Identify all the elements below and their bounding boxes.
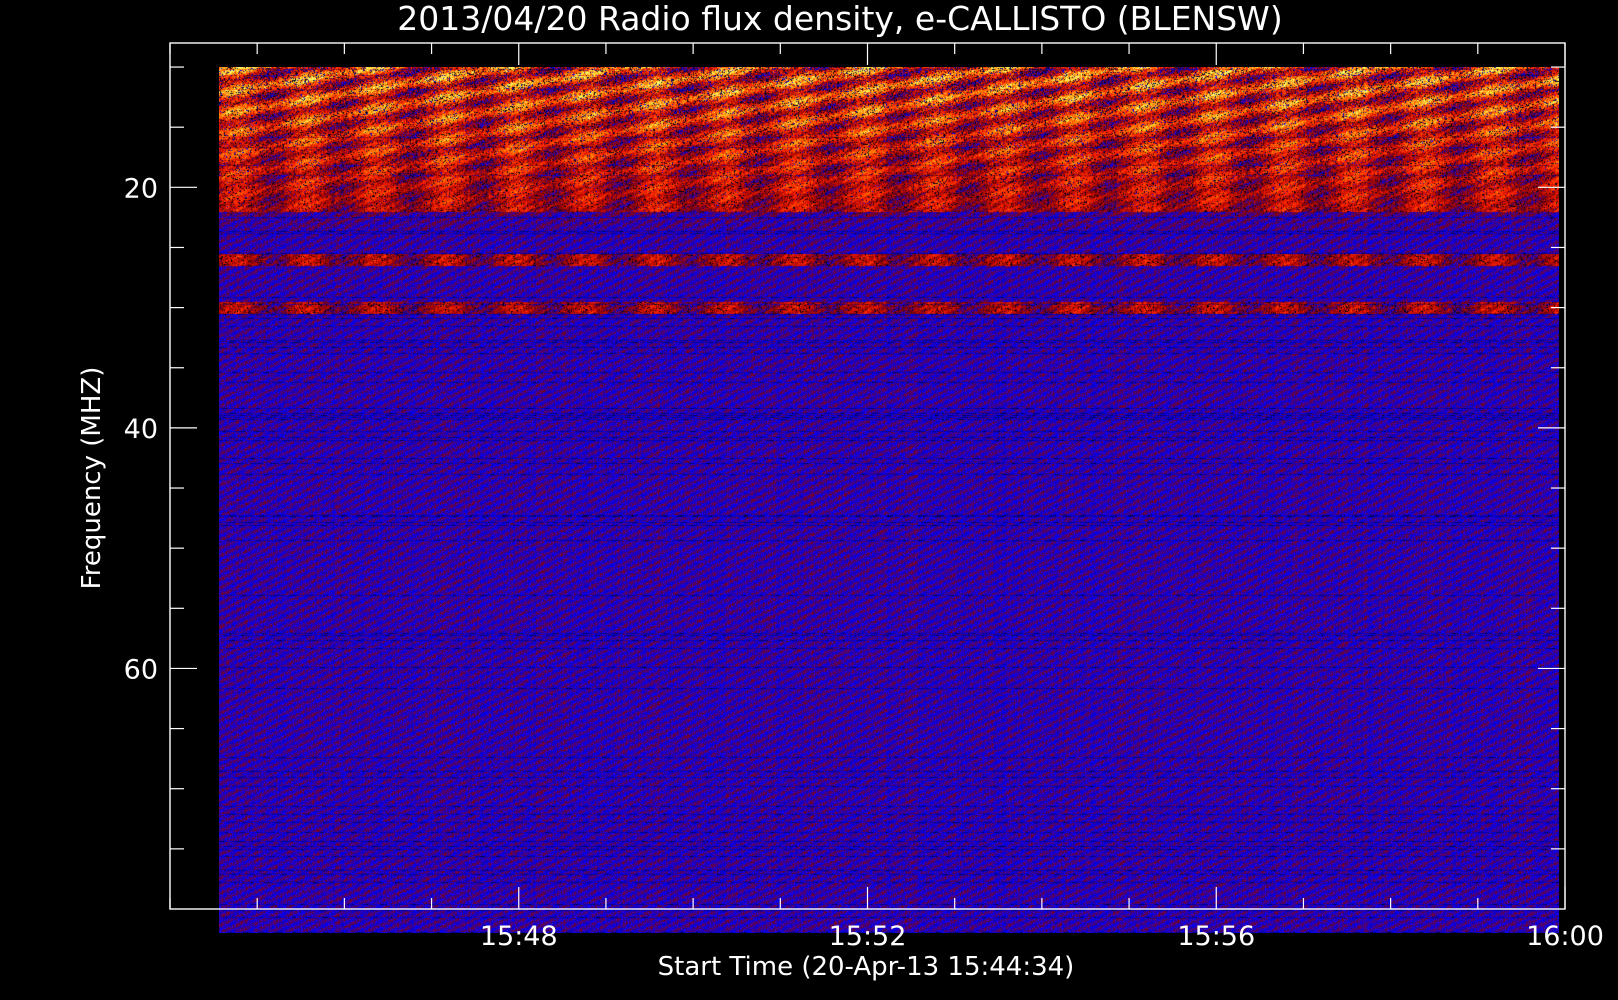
x-axis-label: Start Time (20-Apr-13 15:44:34) xyxy=(658,952,1075,982)
x-tick-label: 15:48 xyxy=(480,921,558,952)
spectrogram-raster xyxy=(219,67,1559,933)
y-tick-label: 20 xyxy=(124,173,158,204)
y-tick-label: 40 xyxy=(124,414,158,445)
x-tick-label: 15:52 xyxy=(829,921,907,952)
y-axis-label: Frequency (MHZ) xyxy=(77,367,107,590)
x-tick-label: 15:56 xyxy=(1177,921,1255,952)
x-tick-label: 16:00 xyxy=(1526,921,1604,952)
spectrogram-image xyxy=(219,67,1559,933)
spectrogram-figure: 2013/04/20 Radio flux density, e-CALLIST… xyxy=(0,0,1618,1000)
chart-title: 2013/04/20 Radio flux density, e-CALLIST… xyxy=(397,0,1282,38)
y-tick-label: 60 xyxy=(124,654,158,685)
